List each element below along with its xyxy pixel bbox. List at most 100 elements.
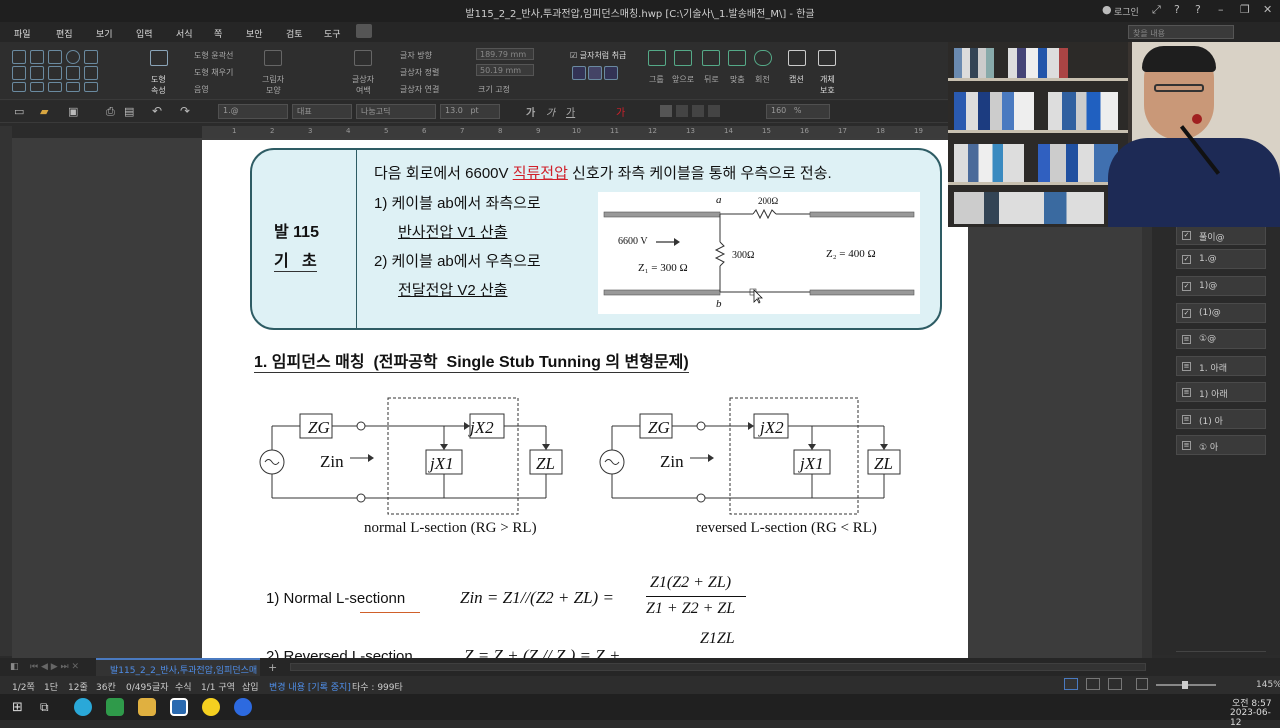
tab-document[interactable]: 발115_2_2_반사,투과전압,임피던스매칭 — [96, 658, 260, 689]
arc-icon[interactable] — [84, 50, 98, 64]
arrow-icon[interactable] — [66, 66, 80, 80]
zoom-app-icon[interactable] — [234, 698, 252, 716]
protect-icon[interactable] — [818, 50, 836, 66]
menu-review[interactable]: 검토 — [286, 27, 303, 40]
bold-icon[interactable]: 가 — [526, 104, 535, 119]
style-select[interactable]: 1.@ — [218, 104, 288, 119]
status-track-changes[interactable]: 변경 내용 [기록 중지] — [269, 680, 351, 693]
shadow-icon[interactable] — [264, 50, 282, 66]
font-color-icon[interactable]: 가 — [616, 104, 625, 119]
line-icon[interactable] — [84, 82, 98, 92]
menu-security[interactable]: 보안 — [246, 27, 263, 40]
view-normal-icon[interactable] — [1064, 678, 1078, 690]
line-icon[interactable] — [12, 82, 26, 92]
view-outline-icon[interactable] — [1108, 678, 1122, 690]
align-center-icon[interactable] — [692, 105, 704, 117]
outline-button[interactable]: 도형 윤곽선 — [194, 50, 233, 61]
vertical-ruler[interactable] — [0, 126, 12, 656]
document-page[interactable]: 발 115 기 초 다음 회로에서 6600V 직류전압 신호가 좌측 케이블을… — [202, 140, 968, 658]
fit-page-icon[interactable] — [1136, 678, 1148, 690]
size-fixed-checkbox[interactable]: 크기 고정 — [478, 84, 510, 95]
style-item[interactable]: ≡ 1. 아래 — [1176, 356, 1266, 376]
align-left-icon[interactable] — [660, 105, 672, 117]
shadow-label[interactable]: 그림자 — [262, 74, 284, 85]
ellipse-icon[interactable] — [66, 50, 80, 64]
zoom-slider-thumb[interactable] — [1182, 681, 1188, 689]
clock-date[interactable]: 2023-06-12 — [1230, 708, 1280, 728]
protect-button[interactable]: 개체 — [820, 74, 835, 85]
edge-icon[interactable] — [74, 698, 92, 716]
style-item[interactable]: ✓ 1)@ — [1176, 276, 1266, 296]
status-insert[interactable]: 삽입 — [242, 680, 259, 693]
menu-file[interactable]: 파일 — [14, 27, 31, 40]
caption-icon[interactable] — [788, 50, 806, 66]
style-item[interactable]: ≡ ①@ — [1176, 329, 1266, 349]
tools-icon[interactable] — [356, 24, 372, 38]
italic-icon[interactable]: 가 — [546, 104, 555, 119]
search-input[interactable]: 찾을 내용 — [1128, 25, 1234, 39]
horizontal-scrollbar[interactable] — [290, 663, 1146, 671]
style-item[interactable]: ≡ (1) 아 — [1176, 409, 1266, 429]
rotate-button[interactable]: 회전 — [755, 74, 770, 85]
group-button[interactable]: 그룹 — [649, 74, 664, 85]
menu-page[interactable]: 쪽 — [214, 27, 222, 40]
kakaotalk-icon[interactable] — [202, 698, 220, 716]
curve-icon[interactable] — [30, 66, 44, 80]
style-item[interactable]: ≡ ① 아 — [1176, 435, 1266, 455]
task-view-icon[interactable]: ⧉ — [40, 700, 49, 715]
align-justify-icon[interactable] — [676, 105, 688, 117]
tab-list-icon[interactable]: ◧ — [10, 662, 19, 672]
fill-button[interactable]: 도형 채우기 — [194, 67, 233, 78]
rotate-icon[interactable] — [754, 50, 772, 66]
textbox-align-button[interactable]: 글상자 정렬 — [400, 67, 439, 78]
problem-box[interactable]: 발 115 기 초 다음 회로에서 6600V 직류전압 신호가 좌측 케이블을… — [250, 148, 942, 330]
menu-edit[interactable]: 편집 — [56, 27, 73, 40]
open-folder-icon[interactable]: ▰ — [40, 105, 48, 118]
login-button[interactable]: 로그인 — [1114, 5, 1139, 18]
status-page[interactable]: 1/2쪽 — [12, 680, 35, 693]
underline-icon[interactable]: 가 — [566, 104, 575, 119]
connector-icon[interactable] — [84, 66, 98, 80]
login-icon[interactable]: ● — [1102, 3, 1112, 16]
font-kind-select[interactable]: 대표 — [292, 104, 352, 119]
fit-icon[interactable] — [728, 50, 746, 66]
back-icon[interactable] — [702, 50, 720, 66]
freeform-icon[interactable] — [48, 66, 62, 80]
style-item[interactable]: ✓ 풀이@ — [1176, 225, 1266, 245]
back-button[interactable]: 뒤로 — [704, 74, 719, 85]
view-web-icon[interactable] — [1086, 678, 1100, 690]
wrap-icon[interactable] — [604, 66, 618, 80]
minimize-icon[interactable]: – — [1218, 3, 1224, 16]
textbox-link-button[interactable]: 글상자 연결 — [400, 84, 439, 95]
textbox-icon[interactable] — [354, 50, 372, 66]
style-item[interactable]: ✓ (1)@ — [1176, 303, 1266, 323]
protect-sub-label[interactable]: 보호 — [820, 85, 835, 96]
rect-icon[interactable] — [48, 50, 62, 64]
horizontal-ruler[interactable]: 1 2 3 4 5 6 7 8 9 10 11 12 13 14 15 16 1… — [202, 126, 968, 138]
wrap-icon[interactable] — [588, 66, 602, 80]
zoom-input[interactable]: 160 % — [766, 104, 830, 119]
wrap-icon[interactable] — [572, 66, 586, 80]
shadow-sub-label[interactable]: 모양 — [266, 85, 281, 96]
line-icon[interactable] — [12, 50, 26, 64]
undo-icon[interactable]: ↶ — [152, 104, 162, 118]
restore-icon[interactable]: ❐ — [1240, 3, 1250, 16]
hwp-icon[interactable] — [170, 698, 188, 716]
shape-label[interactable]: 도형 — [151, 74, 166, 85]
windows-start-icon[interactable]: ⊞ — [12, 700, 23, 715]
menu-format[interactable]: 서식 — [176, 27, 193, 40]
fit-button[interactable]: 맞춤 — [730, 74, 745, 85]
line-icon[interactable] — [48, 82, 62, 92]
preview-icon[interactable]: ▤ — [124, 105, 134, 118]
save-icon[interactable]: ▣ — [68, 105, 78, 118]
line-icon[interactable] — [66, 82, 80, 92]
question-icon[interactable]: ? — [1195, 3, 1201, 16]
menu-view[interactable]: 보기 — [96, 27, 113, 40]
group-icon[interactable] — [648, 50, 666, 66]
print-icon[interactable]: ⎙ — [106, 105, 115, 119]
menu-insert[interactable]: 입력 — [136, 27, 153, 40]
shape-sub-label[interactable]: 속성 — [151, 85, 166, 96]
shape-gallery[interactable] — [12, 50, 120, 94]
expand-icon[interactable]: ⤢ — [1152, 3, 1161, 17]
text-direction-button[interactable]: 글자 방향 — [400, 50, 432, 61]
